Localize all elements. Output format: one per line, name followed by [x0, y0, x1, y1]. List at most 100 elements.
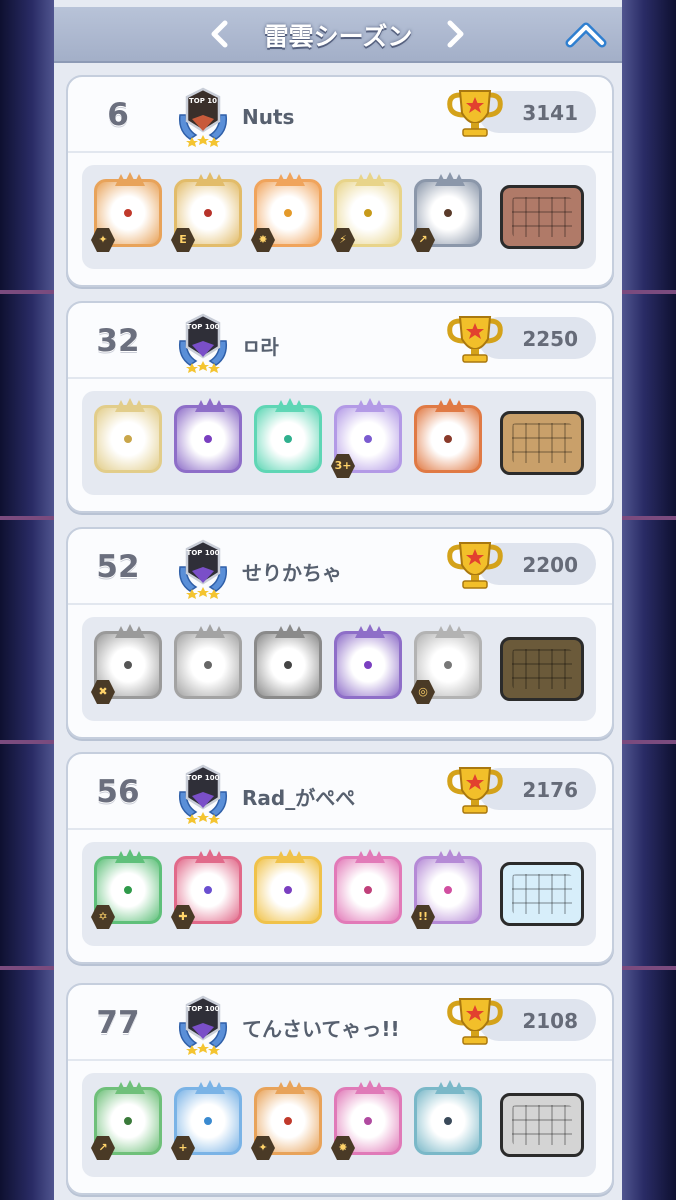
gear-die-icon[interactable]: [174, 624, 242, 699]
horn-ornament: [195, 849, 225, 863]
trophy-icon: [446, 762, 504, 816]
leaderboard-entry[interactable]: 52 TOP 100 せりかちゃ 2200 ✖ ◎: [66, 527, 614, 739]
combo-die-icon[interactable]: !!: [411, 849, 482, 929]
next-season-button[interactable]: [439, 19, 469, 49]
spiral-die-icon[interactable]: ✸: [331, 1080, 402, 1160]
class-badge: +: [171, 1136, 195, 1160]
dice-pip: [442, 1115, 454, 1127]
blade-die-icon[interactable]: [334, 624, 402, 699]
wind-die-icon[interactable]: [254, 398, 322, 473]
horn-ornament: [195, 398, 225, 412]
divider: [68, 828, 612, 830]
horn-ornament: [435, 1080, 465, 1094]
dice-pip: [202, 1115, 214, 1127]
leaderboard-panel: 雷雲シーズン 6 TOP 10 Nuts 3141 ✦ E ✸ ⚡ ↗ 32 TOP 100 ㅁ라 22…: [54, 0, 622, 1200]
horn-ornament: [195, 1080, 225, 1094]
flame-die-icon[interactable]: ✸: [251, 172, 322, 252]
horn-ornament: [115, 849, 145, 863]
dice-deck: ✦ E ✸ ⚡ ↗: [82, 165, 596, 269]
rank-badge-icon: TOP 100: [174, 537, 232, 599]
background-right: [622, 0, 676, 1200]
holy-die-icon[interactable]: [94, 398, 162, 473]
rainbow-die-icon[interactable]: [254, 849, 322, 924]
dice-deck: ✡ ✚!!: [82, 842, 596, 946]
horn-ornament: [115, 624, 145, 638]
chevron-up-icon: [565, 22, 607, 48]
volcanic-board-icon[interactable]: [500, 637, 584, 701]
trophy-count: 2108: [447, 998, 596, 1045]
dice-pip: [442, 433, 454, 445]
desert-board-icon[interactable]: [500, 411, 584, 475]
leaderboard-entry[interactable]: 77 TOP 100 てんさいてゃっ!! 2108 ↗ + ✦ ✸: [66, 983, 614, 1195]
dice-pip: [122, 433, 134, 445]
class-badge: ✡: [91, 905, 115, 929]
dice-pip: [122, 659, 134, 671]
class-badge: ✦: [91, 228, 115, 252]
class-badge: 3+: [331, 454, 355, 478]
board-grid: [512, 423, 572, 463]
trophy-icon: [446, 537, 504, 591]
rank-number: 32: [96, 323, 140, 359]
trophy-score: 2176: [522, 778, 578, 802]
board-grid: [512, 649, 572, 689]
dice-pip: [362, 884, 374, 896]
horn-ornament: [275, 1080, 305, 1094]
class-badge: ◎: [411, 680, 435, 704]
horn-ornament: [355, 1080, 385, 1094]
dragon-die-icon[interactable]: ✦: [251, 1080, 322, 1160]
divider: [68, 151, 612, 153]
trophy-score: 2250: [522, 327, 578, 351]
stone-board-icon[interactable]: [500, 1093, 584, 1157]
scythe-die-icon[interactable]: [254, 624, 322, 699]
paper-die-icon[interactable]: [414, 1080, 482, 1155]
tree-die-icon[interactable]: ↗: [91, 1080, 162, 1160]
dice-deck: ✖ ◎: [82, 617, 596, 721]
thunder-die-icon[interactable]: ↗: [411, 172, 482, 252]
sword-die-icon[interactable]: [334, 849, 402, 924]
player-name: てんさいてゃっ!!: [242, 1017, 400, 1041]
badge-top-label: TOP 10: [189, 97, 217, 105]
board-grid: [512, 197, 572, 237]
dice-pip: [202, 207, 214, 219]
shield-die-icon[interactable]: ⚡: [331, 172, 402, 252]
collapse-button[interactable]: [564, 15, 608, 55]
infinity-die-icon[interactable]: ✚: [171, 849, 242, 929]
dice-pip: [442, 884, 454, 896]
player-name: せりかちゃ: [242, 561, 342, 585]
dice-pip: [122, 884, 134, 896]
badge-top-label: TOP 100: [187, 774, 220, 782]
season-title: 雷雲シーズン: [263, 22, 413, 51]
horn-ornament: [355, 172, 385, 186]
horn-ornament: [115, 172, 145, 186]
rank-number: 56: [96, 774, 140, 810]
rank-badge-icon: TOP 100: [174, 762, 232, 824]
plant-die-icon[interactable]: ✡: [91, 849, 162, 929]
skull-die-icon[interactable]: ✖: [91, 624, 162, 704]
horn-ornament: [275, 172, 305, 186]
ice-die-icon[interactable]: +: [171, 1080, 242, 1160]
blade-die-icon[interactable]: [174, 398, 242, 473]
badge-top-label: TOP 100: [187, 323, 220, 331]
badge-top-label: TOP 100: [187, 1005, 220, 1013]
cycle-die-icon[interactable]: 3+: [331, 398, 402, 478]
dice-pip: [442, 659, 454, 671]
divider: [68, 603, 612, 605]
leaderboard-entry[interactable]: 56 TOP 100 Rad_がぺぺ 2176 ✡ ✚!!: [66, 752, 614, 964]
rank-number: 6: [107, 97, 129, 133]
trophy-score: 2108: [522, 1009, 578, 1033]
horn-ornament: [435, 624, 465, 638]
horn-ornament: [435, 849, 465, 863]
class-badge: ✦: [251, 1136, 275, 1160]
trophy-count: 2200: [447, 542, 596, 589]
solar-die-icon[interactable]: E: [171, 172, 242, 252]
leaderboard-entry[interactable]: 6 TOP 10 Nuts 3141 ✦ E ✸ ⚡ ↗: [66, 75, 614, 287]
badge-top-label: TOP 100: [187, 549, 220, 557]
cloud-board-icon[interactable]: [500, 862, 584, 926]
volcano-die-icon[interactable]: [414, 398, 482, 473]
arena-board-icon[interactable]: [500, 185, 584, 249]
time-die-icon[interactable]: ◎: [411, 624, 482, 704]
class-badge: ✸: [251, 228, 275, 252]
leaderboard-entry[interactable]: 32 TOP 100 ㅁ라 2250 3+: [66, 301, 614, 513]
dragon-die-icon[interactable]: ✦: [91, 172, 162, 252]
rank-badge-icon: TOP 10: [174, 85, 232, 147]
